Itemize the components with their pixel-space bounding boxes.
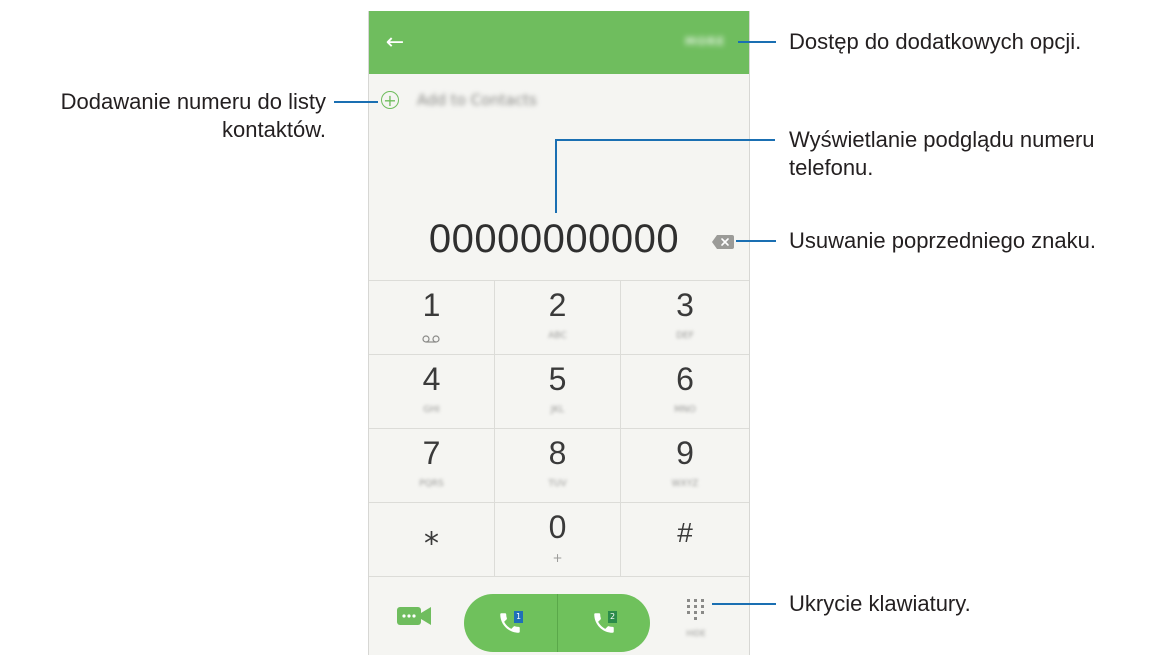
callout-line-delete <box>736 240 776 242</box>
back-button[interactable]: ← <box>377 25 413 61</box>
key-plus-label: + <box>552 551 563 565</box>
callout-line-add-contact <box>334 101 378 103</box>
key-letters: WXYZ <box>671 479 699 489</box>
voicemail-icon <box>422 335 440 343</box>
key-digit: 6 <box>676 361 694 397</box>
key-letters: TUV <box>548 479 567 489</box>
key-digit: 9 <box>676 435 694 471</box>
call-buttons: 1 2 <box>464 594 650 652</box>
key-8[interactable]: 8 TUV <box>495 429 621 503</box>
dial-keypad: 1 2 ABC 3 DEF 4 GHI 5 JKL 6 MNO 7 PQRS 8… <box>369 280 749 581</box>
bottom-bar: 1 2 HIDE <box>369 581 749 655</box>
callout-preview-line1: Wyświetlanie podglądu numeru <box>789 127 1095 152</box>
key-6[interactable]: 6 MNO <box>621 355 749 429</box>
callout-line-preview-h <box>555 139 775 141</box>
back-arrow-icon: ← <box>385 30 405 55</box>
key-digit: 8 <box>548 435 567 471</box>
video-call-icon[interactable] <box>397 605 433 627</box>
key-digit: ⁎ <box>424 518 439 551</box>
add-circle-icon: + <box>381 91 399 109</box>
key-3[interactable]: 3 DEF <box>621 281 749 355</box>
key-2[interactable]: 2 ABC <box>495 281 621 355</box>
callout-preview-line2: telefonu. <box>789 155 874 180</box>
key-4[interactable]: 4 GHI <box>369 355 495 429</box>
key-1[interactable]: 1 <box>369 281 495 355</box>
call-sim1-button[interactable]: 1 <box>464 594 557 652</box>
key-letters: GHI <box>423 405 440 415</box>
hide-keypad-button[interactable]: HIDE <box>679 597 713 643</box>
add-to-contacts-label: Add to Contacts <box>417 91 537 109</box>
callout-delete: Usuwanie poprzedniego znaku. <box>789 228 1096 253</box>
callout-add-contact-line1: Dodawanie numeru do listy <box>60 89 326 114</box>
key-digit: 4 <box>422 361 441 397</box>
hide-keypad-label: HIDE <box>686 629 706 638</box>
key-letters: JKL <box>550 405 565 415</box>
key-digit: 2 <box>548 287 567 323</box>
sim1-badge: 1 <box>514 611 523 623</box>
callout-line-preview-v <box>555 139 557 213</box>
callout-line-more <box>738 41 776 43</box>
key-digit: 1 <box>422 287 441 323</box>
key-9[interactable]: 9 WXYZ <box>621 429 749 503</box>
key-digit: 3 <box>676 287 694 323</box>
key-5[interactable]: 5 JKL <box>495 355 621 429</box>
key-hash[interactable]: # <box>621 503 749 577</box>
more-button[interactable]: MORE <box>685 35 737 51</box>
callout-preview: Wyświetlanie podglądu numeru telefonu. <box>789 126 1095 182</box>
key-digit: 5 <box>548 361 567 397</box>
keypad-icon <box>687 599 704 620</box>
callout-add-contact: Dodawanie numeru do listy kontaktów. <box>8 88 326 144</box>
sim2-badge: 2 <box>608 611 617 623</box>
key-digit: 7 <box>422 435 441 471</box>
phone-number-display: 00000000000 <box>428 217 680 261</box>
key-letters: ABC <box>548 331 567 341</box>
phone-screen: ← MORE + Add to Contacts 00000000000 1 2… <box>368 11 750 655</box>
app-bar: ← MORE <box>369 11 749 74</box>
callout-more-options: Dostęp do dodatkowych opcji. <box>789 29 1082 54</box>
add-to-contacts-button[interactable]: + Add to Contacts <box>381 89 537 111</box>
callout-add-contact-line2: kontaktów. <box>222 117 326 142</box>
call-sim2-button[interactable]: 2 <box>557 594 650 652</box>
key-letters: DEF <box>676 331 694 341</box>
callout-line-hide-keypad <box>712 603 776 605</box>
key-letters: PQRS <box>419 479 444 489</box>
backspace-icon[interactable] <box>712 235 734 249</box>
key-0[interactable]: 0 + <box>495 503 621 577</box>
key-digit: 0 <box>548 509 567 545</box>
key-letters: MNO <box>674 405 696 415</box>
key-digit: # <box>677 517 693 548</box>
key-7[interactable]: 7 PQRS <box>369 429 495 503</box>
callout-hide-keypad: Ukrycie klawiatury. <box>789 591 971 616</box>
key-star[interactable]: ⁎ <box>369 503 495 577</box>
